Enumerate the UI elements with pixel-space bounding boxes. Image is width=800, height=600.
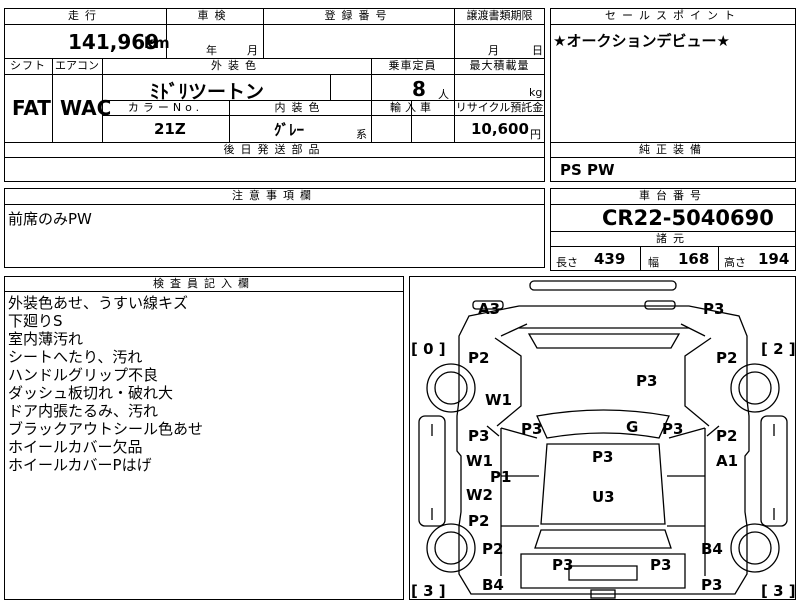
mark-hood: P3 bbox=[636, 372, 658, 390]
specs-label: 諸元 bbox=[656, 232, 690, 245]
inspector-list: 外装色あせ、うすい線キズ 下廻りS 室内薄汚れ シートへたり、汚れ ハンドルグリ… bbox=[8, 294, 203, 474]
mark-door-left-c: W2 bbox=[466, 486, 493, 504]
mark-door-right-a: P2 bbox=[716, 427, 738, 445]
transfer-day-unit: 日 bbox=[532, 44, 543, 57]
transfer-deadline-label: 譲渡書類期限 bbox=[466, 9, 533, 22]
mark-door-left-b: W1 bbox=[466, 452, 493, 470]
inspection-year-unit: 年 bbox=[206, 44, 217, 57]
inspector-line: 外装色あせ、うすい線キズ bbox=[8, 294, 189, 312]
aircon-label: エアコン bbox=[55, 59, 99, 72]
inspector-line: ドア内張たるみ、汚れ bbox=[8, 402, 159, 420]
mark-tail-right: P3 bbox=[701, 576, 723, 594]
bracket-left-top: [ 0 ] bbox=[411, 340, 446, 358]
mileage-label: 走行 bbox=[68, 9, 102, 22]
recycle-label: リサイクル預託金 bbox=[455, 101, 544, 114]
mark-pillar-left: P3 bbox=[521, 420, 543, 438]
chassis-label: 車台番号 bbox=[639, 189, 707, 202]
chassis-value: CR22-5040690 bbox=[602, 206, 774, 230]
notes-text: 前席のみPW bbox=[8, 210, 92, 228]
inspector-line: ホイールカバーPはげ bbox=[8, 456, 152, 474]
mark-front-right: P3 bbox=[703, 300, 725, 318]
later-parts-label: 後日発送部品 bbox=[223, 143, 326, 156]
interior-color-suffix: 系 bbox=[356, 128, 367, 141]
color-no-label: カラーNo. bbox=[127, 101, 204, 114]
mark-roof: P3 bbox=[592, 448, 614, 466]
mark-rear-body: U3 bbox=[592, 488, 615, 506]
mark-door-left-top: W1 bbox=[485, 391, 512, 409]
recycle-unit: 円 bbox=[530, 128, 541, 141]
width-value: 168 bbox=[678, 250, 710, 268]
mark-front-left: A3 bbox=[478, 300, 501, 318]
capacity-label: 乗車定員 bbox=[388, 59, 437, 72]
inspector-label: 検査員記入欄 bbox=[153, 277, 255, 290]
mark-roof-p1: P1 bbox=[490, 468, 512, 486]
mark-fender-left: P2 bbox=[468, 349, 490, 367]
max-load-unit: kg bbox=[529, 86, 543, 99]
inspector-line: ホイールカバー欠品 bbox=[8, 438, 143, 456]
length-label: 長さ bbox=[556, 256, 578, 269]
shift-label: シフト bbox=[10, 59, 46, 72]
mark-rear-left: P2 bbox=[482, 540, 504, 558]
inspection-month-unit: 月 bbox=[247, 44, 258, 57]
mark-tail-center-left: P3 bbox=[552, 556, 574, 574]
shift-value: FAT bbox=[12, 96, 51, 120]
width-label: 幅 bbox=[648, 256, 659, 269]
mark-rear-right: B4 bbox=[701, 540, 723, 558]
inspector-line: ブラックアウトシール色あせ bbox=[8, 420, 204, 438]
mileage-unit: km bbox=[144, 34, 170, 52]
registration-label: 登録番号 bbox=[324, 9, 393, 22]
import-label: 輸入車 bbox=[390, 101, 435, 114]
inspector-line: シートへたり、汚れ bbox=[8, 348, 143, 366]
length-value: 439 bbox=[594, 250, 626, 268]
max-load-label: 最大積載量 bbox=[469, 59, 530, 72]
mark-glass: G bbox=[626, 418, 639, 436]
height-value: 194 bbox=[758, 250, 790, 268]
bracket-right-top: [ 2 ] bbox=[761, 340, 796, 358]
recycle-value: 10,600 bbox=[471, 120, 529, 138]
height-label: 高さ bbox=[724, 256, 746, 269]
mark-pillar-right: P3 bbox=[662, 420, 684, 438]
exterior-color-label: 外装色 bbox=[211, 59, 262, 72]
inspector-line: 下廻りS bbox=[8, 312, 63, 330]
mark-fender-right: P2 bbox=[716, 349, 738, 367]
notes-label: 注意事項欄 bbox=[232, 189, 317, 202]
mark-door-left-d: P2 bbox=[468, 512, 490, 530]
capacity-value: 8 bbox=[412, 77, 426, 101]
genuine-equipment-value: PS PW bbox=[560, 161, 615, 179]
sales-point-label: セールスポイント bbox=[605, 9, 741, 22]
mark-door-left-a: P3 bbox=[468, 427, 490, 445]
inspector-line: 室内薄汚れ bbox=[8, 330, 84, 348]
mark-tail-center: P3 bbox=[650, 556, 672, 574]
interior-color-value: ｸﾞﾚｰ bbox=[274, 121, 305, 139]
inspection-label: 車検 bbox=[197, 9, 232, 22]
color-no-value: 21Z bbox=[154, 120, 186, 138]
sales-point-text: ★オークションデビュー★ bbox=[553, 32, 730, 50]
inspector-line: ハンドルグリップ不良 bbox=[8, 366, 159, 384]
bracket-left-bottom: [ 3 ] bbox=[411, 582, 446, 600]
interior-color-label: 内装色 bbox=[274, 101, 326, 114]
genuine-equipment-label: 純正装備 bbox=[639, 143, 707, 156]
mark-door-right-b: A1 bbox=[716, 452, 739, 470]
mark-tail-left: B4 bbox=[482, 576, 504, 594]
transfer-month-unit: 月 bbox=[488, 44, 499, 57]
inspector-line: ダッシュ板切れ・破れ大 bbox=[8, 384, 174, 402]
bracket-right-bottom: [ 3 ] bbox=[761, 582, 796, 600]
